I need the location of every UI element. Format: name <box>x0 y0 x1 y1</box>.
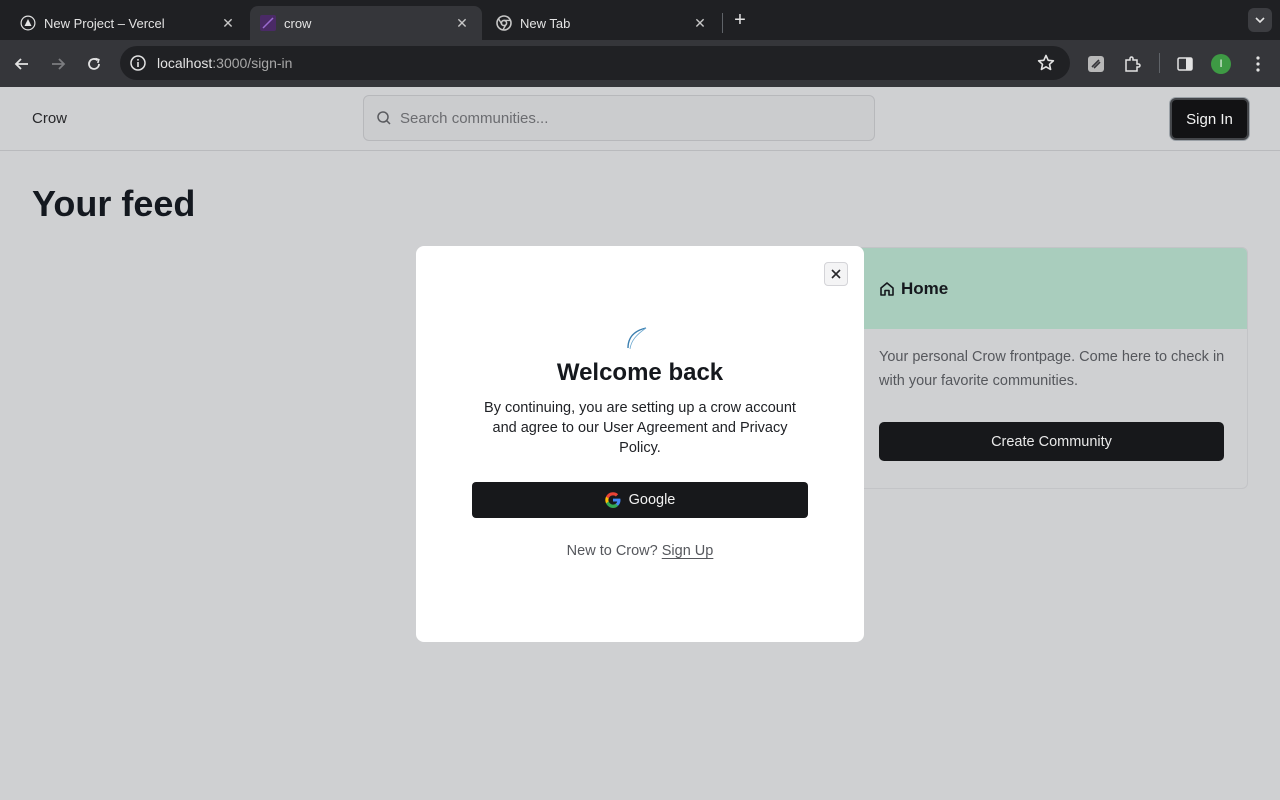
back-arrow-icon[interactable] <box>10 52 34 76</box>
url-path: :3000/sign-in <box>212 55 293 71</box>
tab-title: New Tab <box>520 15 571 31</box>
sign-in-button[interactable]: Sign In <box>1170 98 1249 140</box>
tab-close-icon[interactable]: ✕ <box>692 15 708 31</box>
google-icon <box>604 492 621 508</box>
tab-search-chevron-icon[interactable] <box>1248 8 1272 32</box>
create-community-button[interactable]: Create Community <box>879 422 1224 461</box>
home-icon <box>879 281 895 297</box>
new-tab-plus-icon[interactable]: + <box>730 10 750 30</box>
side-panel-icon[interactable] <box>1173 52 1197 76</box>
modal-footer: New to Crow? Sign Up <box>416 543 864 559</box>
browser-tabstrip: New Project – Vercel ✕ crow ✕ New Tab ✕ … <box>0 0 1280 40</box>
address-bar[interactable]: localhost:3000/sign-in <box>120 46 1070 80</box>
home-card-description: Your personal Crow frontpage. Come here … <box>879 349 1225 389</box>
url-host: localhost <box>157 55 213 71</box>
tab-separator <box>722 13 723 33</box>
sign-up-link[interactable]: Sign Up <box>662 543 714 559</box>
search-bar[interactable] <box>363 95 875 141</box>
tab-vercel[interactable]: New Project – Vercel ✕ <box>0 6 248 40</box>
search-input[interactable] <box>400 109 840 127</box>
modal-terms-text: By continuing, you are setting up a crow… <box>484 400 796 456</box>
forward-arrow-icon[interactable] <box>46 52 70 76</box>
brand-link[interactable]: Crow <box>32 110 67 127</box>
home-card: Home Your personal Crow frontpage. Come … <box>856 247 1248 489</box>
reload-icon[interactable] <box>82 52 106 76</box>
page-title: Your feed <box>32 183 196 224</box>
sign-in-modal: Welcome back By continuing, you are sett… <box>416 246 864 642</box>
vercel-icon <box>20 15 36 31</box>
home-card-title: Home <box>901 278 949 298</box>
close-icon[interactable] <box>824 262 848 286</box>
browser-menu-icon[interactable] <box>1246 52 1270 76</box>
chrome-icon <box>496 15 512 31</box>
tab-new-tab[interactable]: New Tab ✕ <box>484 6 720 40</box>
tab-title: New Project – Vercel <box>44 15 165 31</box>
toolbar-divider <box>1159 53 1160 73</box>
site-info-icon[interactable] <box>128 53 148 73</box>
search-icon <box>376 110 392 126</box>
tab-close-icon[interactable]: ✕ <box>220 15 236 31</box>
extension-app-icon[interactable] <box>1084 52 1108 76</box>
tab-crow[interactable]: crow ✕ <box>250 6 482 40</box>
tab-title: crow <box>284 15 312 31</box>
profile-avatar[interactable]: I <box>1209 52 1233 76</box>
crow-favicon <box>260 15 276 31</box>
extensions-puzzle-icon[interactable] <box>1120 52 1144 76</box>
browser-toolbar: localhost:3000/sign-in I <box>0 40 1280 87</box>
site-header: Crow Sign In <box>0 87 1280 151</box>
home-card-header: Home <box>857 248 1247 329</box>
google-sign-in-button[interactable]: Google <box>472 482 808 518</box>
crow-logo-icon <box>624 324 654 352</box>
modal-title: Welcome back <box>556 359 724 386</box>
google-button-label: Google <box>628 492 676 508</box>
url-text: localhost:3000/sign-in <box>157 55 292 71</box>
profile-initial: I <box>1211 54 1231 74</box>
new-to-crow-text: New to Crow? <box>566 543 658 559</box>
bookmark-star-icon[interactable] <box>1036 53 1056 73</box>
tab-close-icon[interactable]: ✕ <box>454 15 470 31</box>
